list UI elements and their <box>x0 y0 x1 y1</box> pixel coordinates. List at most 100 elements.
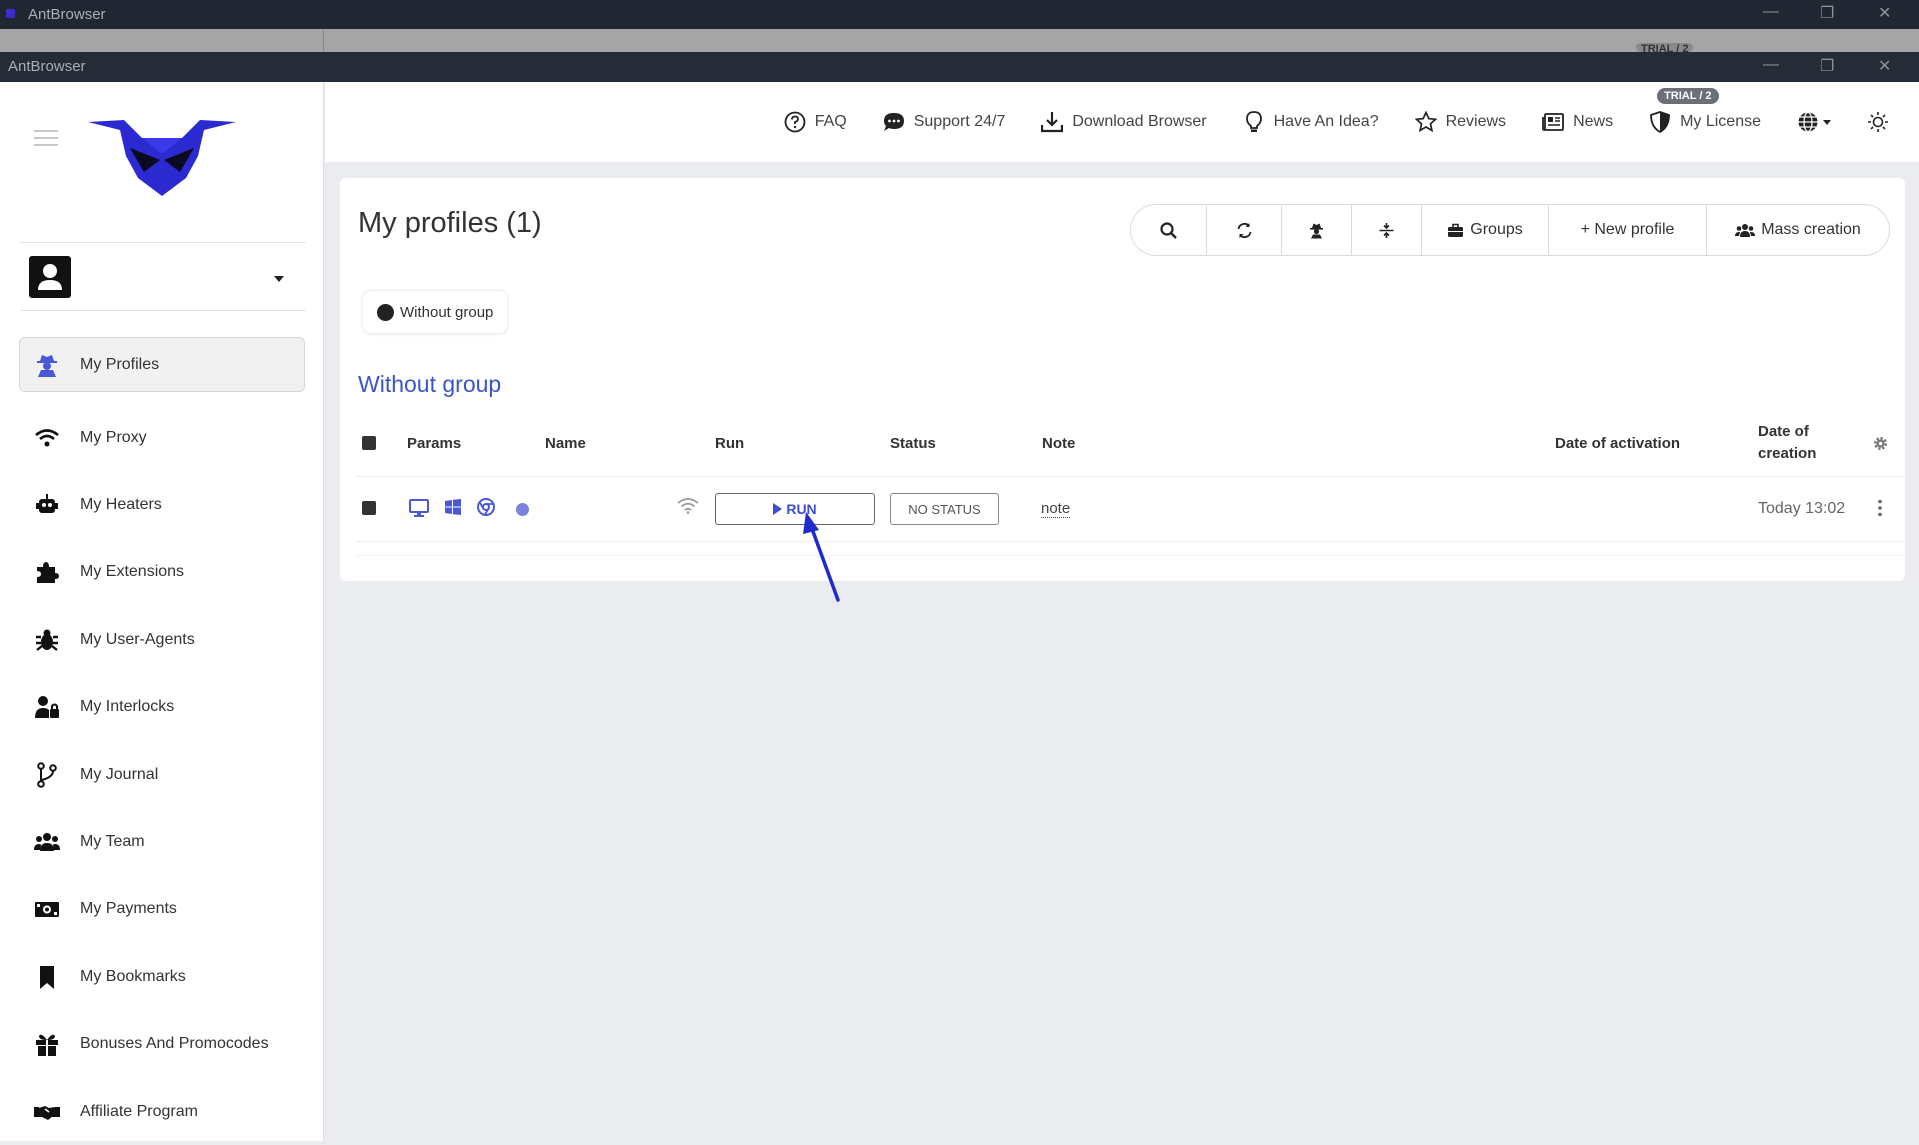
divider <box>20 242 306 243</box>
minimize-button[interactable]: — <box>1763 56 1779 74</box>
column-header-note: Note <box>1042 435 1076 452</box>
mass-creation-label: Mass creation <box>1761 221 1861 238</box>
groups-label: Groups <box>1470 221 1523 238</box>
support-label: Support 24/7 <box>913 113 1006 130</box>
have-an-idea-link[interactable]: Have An Idea? <box>1243 111 1379 133</box>
column-header-params: Params <box>407 435 462 452</box>
windows-icon <box>445 499 461 515</box>
faq-link[interactable]: FAQ <box>784 111 847 133</box>
users-icon <box>1735 223 1756 237</box>
divider <box>20 310 306 311</box>
note-field[interactable]: note <box>1041 500 1071 518</box>
news-link[interactable]: News <box>1542 111 1613 133</box>
gear-icon[interactable] <box>1872 435 1889 452</box>
divider <box>356 476 1906 477</box>
money-bill-icon <box>35 902 59 918</box>
group-color-dot <box>377 303 394 321</box>
restore-button[interactable]: ❐ <box>1820 56 1834 76</box>
collapse-button[interactable] <box>1352 205 1422 255</box>
faq-label: FAQ <box>814 113 847 130</box>
sidebar-item-my-proxy[interactable]: My Proxy <box>19 404 305 471</box>
sidebar-item-label: My Profiles <box>80 355 160 373</box>
incognito-button[interactable] <box>1282 205 1352 255</box>
sidebar-item-label: My Proxy <box>80 428 147 446</box>
users-icon <box>34 833 60 852</box>
column-header-status[interactable]: Status <box>890 435 936 452</box>
desktop-icon <box>409 499 429 517</box>
search-button[interactable] <box>1131 205 1207 255</box>
sidebar-item-my-interlocks[interactable]: My Interlocks <box>19 674 305 741</box>
menu-toggle-icon[interactable] <box>34 130 58 150</box>
user-secret-icon <box>1310 223 1323 238</box>
chrome-icon <box>477 498 495 516</box>
chevron-down-icon[interactable] <box>274 276 284 282</box>
column-header-date-creation-line1[interactable]: Date of <box>1758 423 1809 440</box>
bug-icon <box>36 629 58 651</box>
wifi-icon[interactable] <box>677 497 699 514</box>
support-link[interactable]: Support 24/7 <box>883 111 1006 133</box>
restore-button[interactable]: ❐ <box>1820 3 1834 23</box>
group-filter-chip[interactable]: Without group <box>362 290 509 334</box>
page-title: My profiles (1) <box>358 207 542 239</box>
select-all-checkbox[interactable] <box>362 436 376 450</box>
user-secret-icon <box>37 354 57 377</box>
briefcase-icon <box>1448 223 1464 237</box>
front-window-titlebar: AntBrowser — ❐ ✕ <box>0 52 1919 82</box>
group-chip-label: Without group <box>400 303 494 321</box>
row-checkbox[interactable] <box>362 501 376 515</box>
question-circle-icon <box>784 111 806 133</box>
sidebar-item-my-user-agents[interactable]: My User-Agents <box>19 606 305 673</box>
close-button[interactable]: ✕ <box>1878 56 1891 76</box>
column-header-name[interactable]: Name <box>545 435 586 452</box>
sidebar-item-my-journal[interactable]: My Journal <box>19 741 305 808</box>
sidebar-item-my-heaters[interactable]: My Heaters <box>19 471 305 538</box>
sidebar: My Profiles My Proxy My Heaters My Exten… <box>0 82 324 1141</box>
star-icon <box>1414 111 1437 133</box>
avatar[interactable] <box>29 256 71 298</box>
code-branch-icon <box>37 761 57 788</box>
my-license-link[interactable]: TRIAL / 2 My License <box>1649 88 1761 133</box>
status-button[interactable]: NO STATUS <box>890 493 999 525</box>
sidebar-item-label: My Team <box>80 833 145 851</box>
sidebar-item-my-bookmarks[interactable]: My Bookmarks <box>19 943 305 1010</box>
sidebar-item-my-payments[interactable]: My Payments <box>19 876 305 943</box>
download-browser-link[interactable]: Download Browser <box>1041 111 1207 133</box>
user-lock-icon <box>35 696 59 719</box>
minimize-button[interactable]: — <box>1763 3 1779 21</box>
refresh-button[interactable] <box>1207 205 1282 255</box>
sidebar-item-bonuses[interactable]: Bonuses And Promocodes <box>19 1011 305 1078</box>
date-creation: Today 13:02 <box>1758 500 1846 517</box>
download-icon <box>1041 112 1064 133</box>
sidebar-nav: My Profiles My Proxy My Heaters My Exten… <box>19 337 305 1145</box>
sidebar-item-label: My User-Agents <box>80 630 195 648</box>
shield-icon <box>1650 111 1670 133</box>
close-button[interactable]: ✕ <box>1878 3 1891 23</box>
puzzle-icon <box>37 562 59 584</box>
language-dropdown[interactable] <box>1797 111 1831 133</box>
sidebar-item-label: Affiliate Program <box>80 1102 198 1120</box>
license-label: My License <box>1680 113 1761 130</box>
lightbulb-icon <box>1245 111 1262 132</box>
sidebar-item-label: My Journal <box>80 765 159 783</box>
status-dot <box>516 503 529 516</box>
sidebar-item-affiliate[interactable]: Affiliate Program <box>19 1078 305 1145</box>
theme-toggle[interactable] <box>1867 111 1889 133</box>
more-vertical-icon[interactable] <box>1877 499 1883 517</box>
reviews-link[interactable]: Reviews <box>1414 111 1506 133</box>
user-icon <box>38 264 62 290</box>
sidebar-item-label: My Payments <box>80 900 177 918</box>
new-profile-button[interactable]: + New profile <box>1549 205 1707 255</box>
groups-button[interactable]: Groups <box>1422 205 1549 255</box>
sidebar-item-label: My Bookmarks <box>80 967 186 985</box>
mass-creation-button[interactable]: Mass creation <box>1707 205 1889 255</box>
ant-logo <box>88 120 236 196</box>
profiles-toolbar: Groups + New profile Mass creation <box>1130 204 1890 256</box>
column-header-date-activation[interactable]: Date of activation <box>1555 435 1680 452</box>
compress-icon <box>1379 222 1394 238</box>
window-title: AntBrowser <box>28 6 106 23</box>
sidebar-item-my-profiles[interactable]: My Profiles <box>19 337 305 392</box>
handshake-icon <box>34 1105 60 1120</box>
sidebar-item-my-team[interactable]: My Team <box>19 808 305 875</box>
back-window-content: TRIAL / 2 <box>0 29 1919 52</box>
sidebar-item-my-extensions[interactable]: My Extensions <box>19 539 305 606</box>
